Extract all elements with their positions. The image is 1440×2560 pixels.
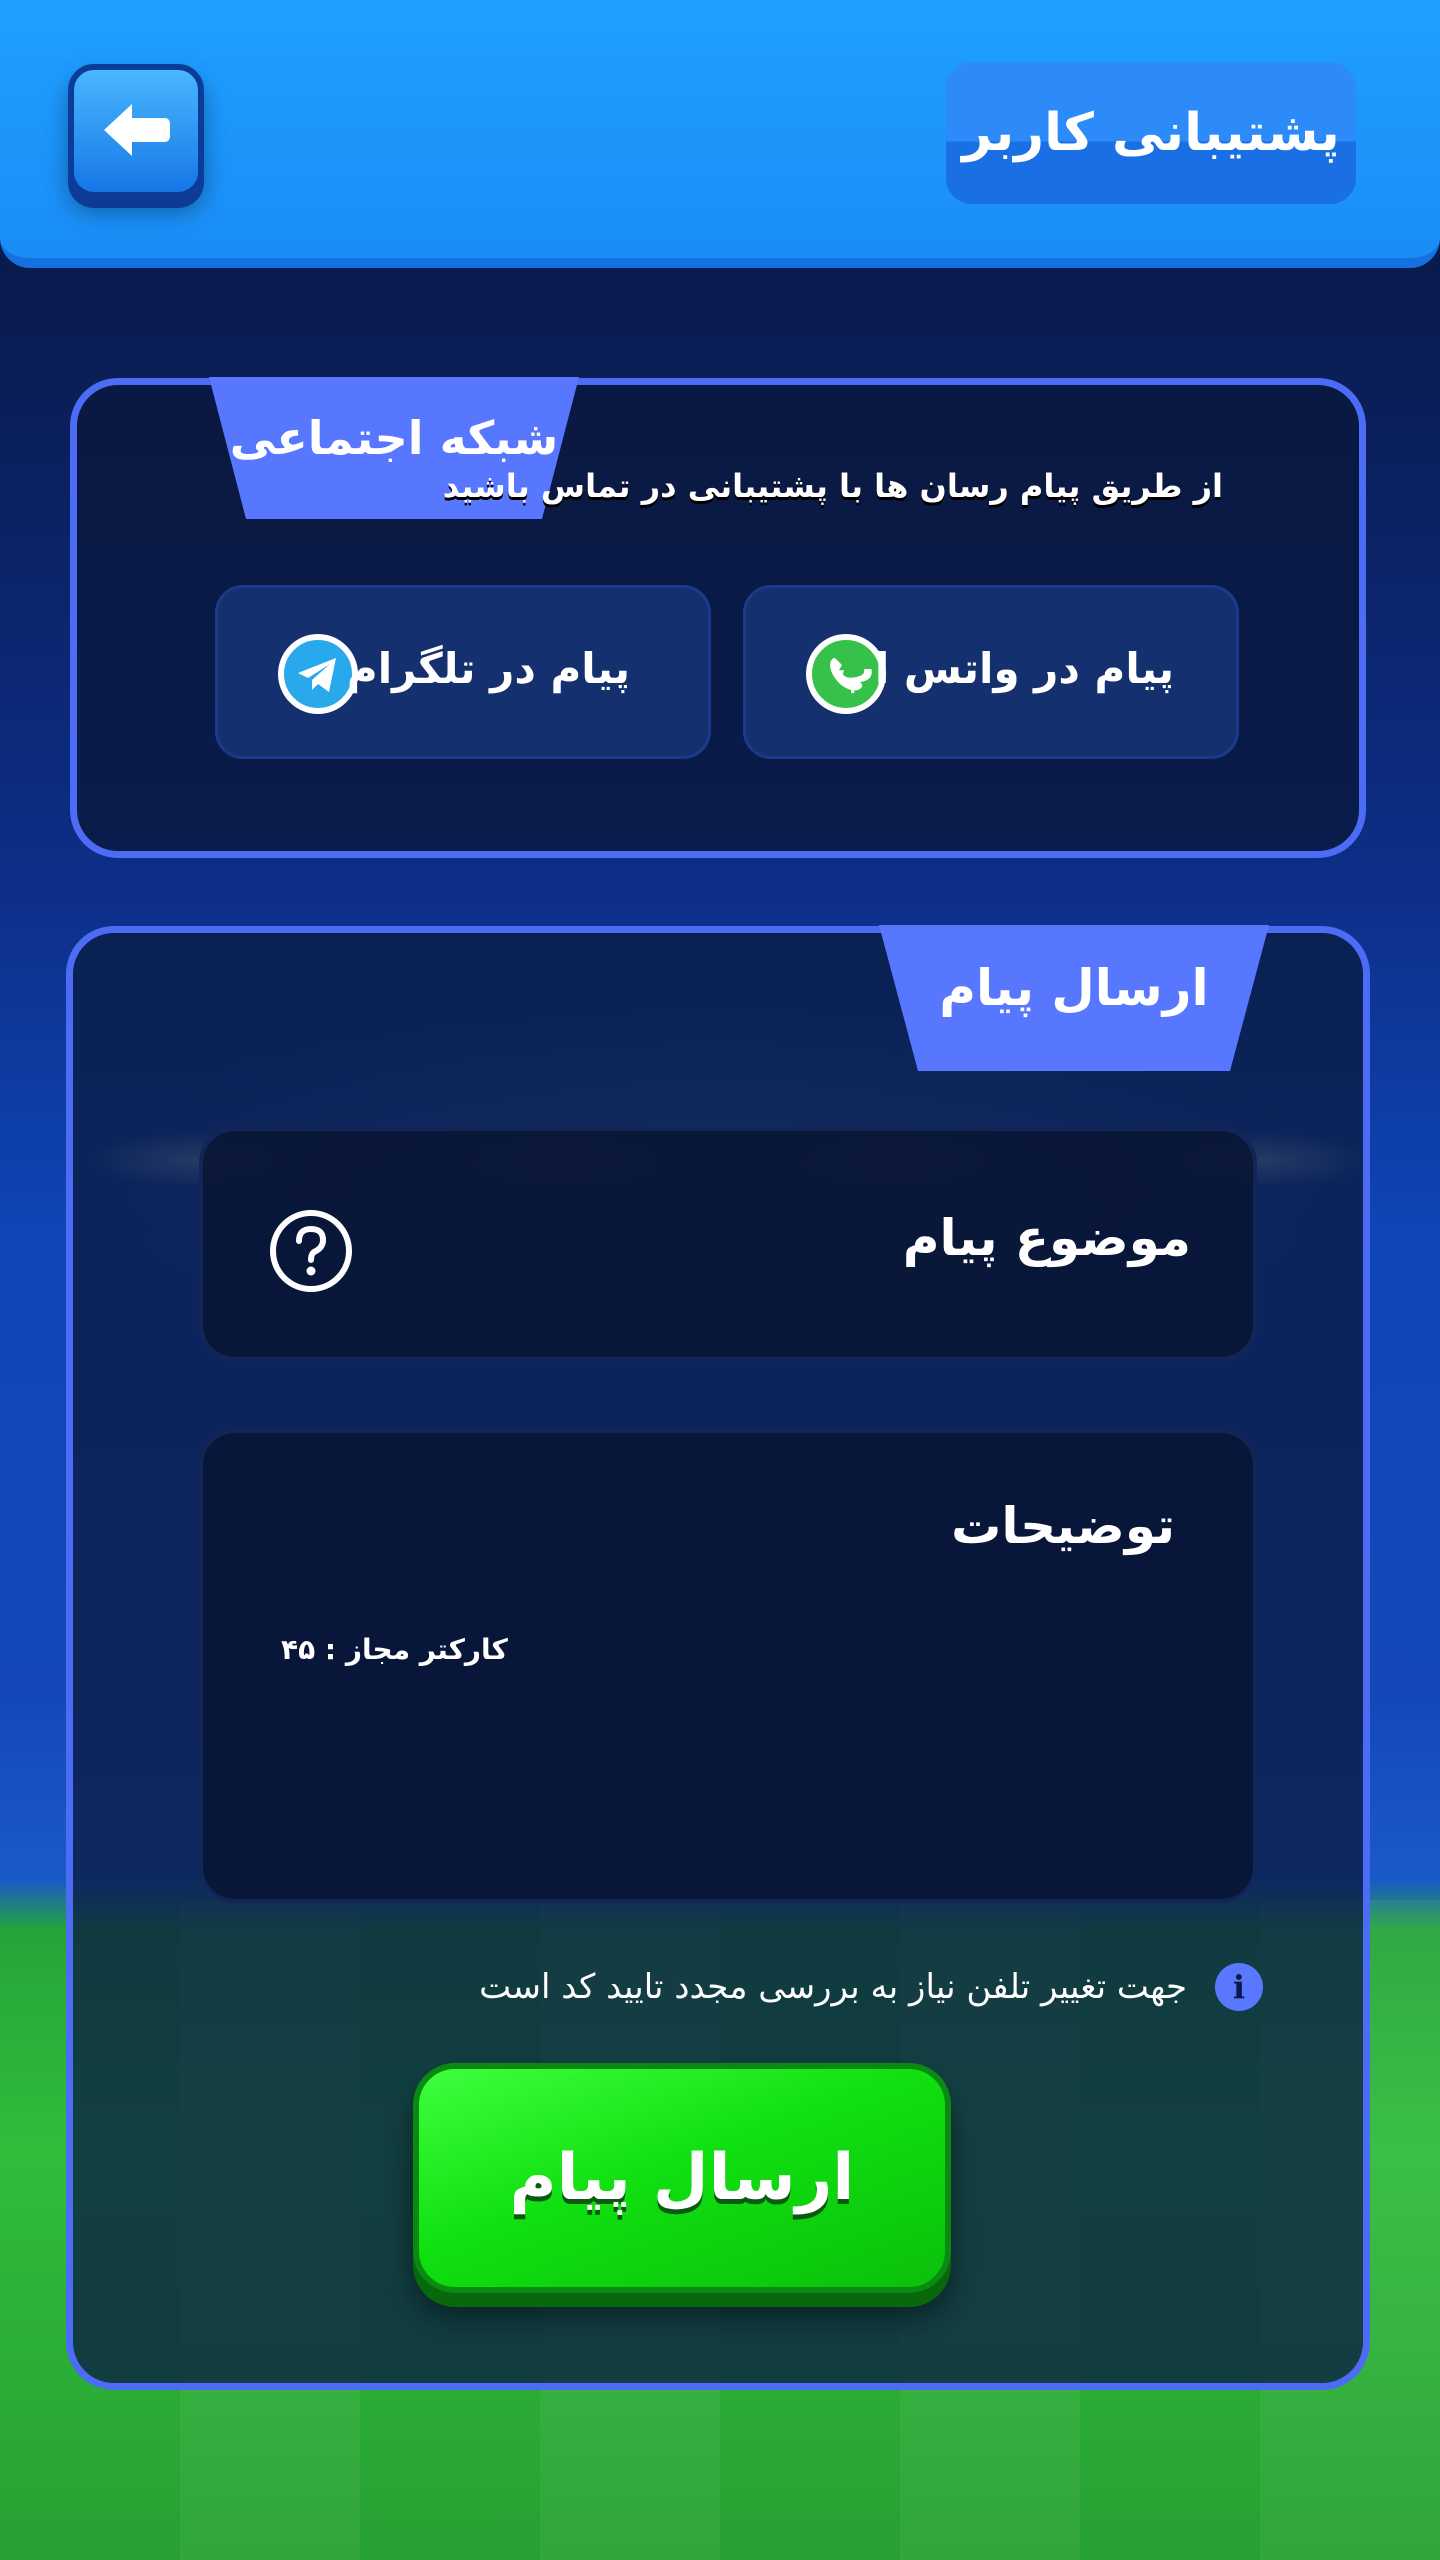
page-title: پشتیبانی کاربر [962, 103, 1340, 163]
submit-button[interactable]: ارسال پیام [413, 2063, 951, 2293]
subject-label: موضوع پیام [902, 1209, 1191, 1267]
whatsapp-button[interactable]: پیام در واتس اپ [743, 585, 1239, 759]
page-title-plate: پشتیبانی کاربر [946, 62, 1356, 204]
back-button[interactable] [68, 64, 204, 198]
phone-change-notice: i جهت تغییر تلفن نیاز به بررسی مجدد تایی… [479, 1963, 1263, 2011]
char-counter: کارکتر مجاز : ۴۵ [281, 1633, 508, 1666]
whatsapp-button-label: پیام در واتس اپ [832, 644, 1174, 693]
telegram-button[interactable]: پیام در تلگرام [215, 585, 711, 759]
send-message-tab-label: ارسال پیام [939, 959, 1209, 1017]
send-message-tab: ارسال پیام [879, 925, 1269, 1071]
description-field[interactable]: توضیحات کارکتر مجاز : ۴۵ [199, 1429, 1257, 1903]
social-network-panel: شبکه اجتماعی از طریق پیام رسان ها با پشت… [70, 377, 1366, 858]
send-message-panel: ارسال پیام موضوع پیام توضیحات کارکتر مجا… [66, 925, 1370, 2390]
subject-field[interactable]: موضوع پیام [199, 1127, 1257, 1361]
submit-button-label: ارسال پیام [509, 2141, 855, 2215]
social-network-tab-label: شبکه اجتماعی [229, 411, 559, 465]
question-mark-icon[interactable] [267, 1207, 355, 1299]
description-label: توضیحات [951, 1497, 1175, 1555]
social-description: از طریق پیام رسان ها با پشتیبانی در تماس… [442, 467, 1223, 505]
arrow-left-icon [104, 104, 170, 156]
top-bar: پشتیبانی کاربر [0, 0, 1440, 268]
telegram-button-label: پیام در تلگرام [346, 644, 630, 693]
notice-text: جهت تغییر تلفن نیاز به بررسی مجدد تایید … [479, 1967, 1187, 2007]
info-icon: i [1215, 1963, 1263, 2011]
